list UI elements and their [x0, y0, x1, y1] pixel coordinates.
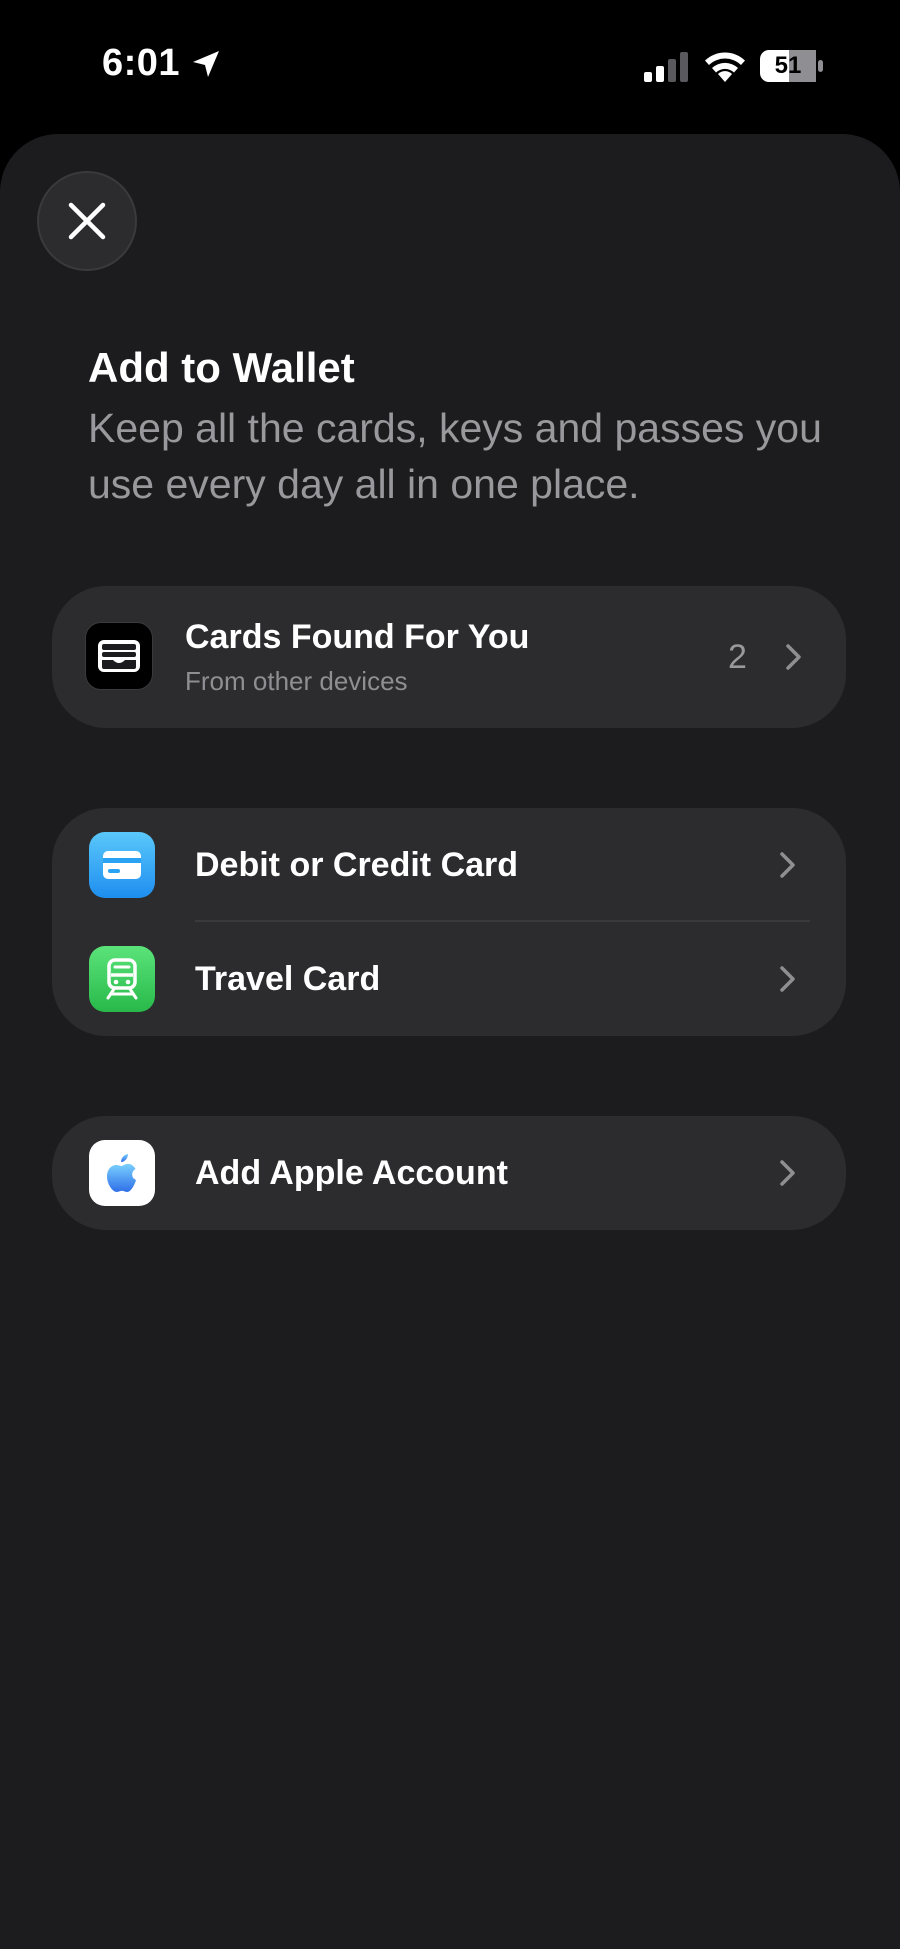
apple-account-group: Add Apple Account [52, 1116, 846, 1230]
battery-level: 51 [774, 52, 802, 79]
add-apple-account-label: Add Apple Account [195, 1154, 508, 1192]
cards-found-row[interactable]: Cards Found For You From other devices 2 [52, 586, 846, 728]
debit-credit-card-label: Debit or Credit Card [195, 846, 519, 884]
close-button[interactable] [37, 171, 137, 271]
add-apple-account-row[interactable]: Add Apple Account [52, 1116, 846, 1230]
page-subtitle: Keep all the cards, keys and passes you … [88, 405, 822, 507]
battery-icon: 51 [760, 50, 824, 82]
chevron-right-icon [786, 644, 801, 670]
status-bar: 6:01 51 [0, 0, 900, 130]
chevron-right-icon [780, 1160, 795, 1186]
apple-logo-icon [89, 1140, 155, 1206]
travel-card-label: Travel Card [195, 960, 381, 998]
cards-found-title: Cards Found For You [185, 618, 530, 656]
add-to-wallet-sheet: Add to Wallet Keep all the cards, keys a… [0, 134, 900, 1949]
cards-found-group: Cards Found For You From other devices 2 [52, 586, 846, 728]
cellular-signal-icon [644, 52, 688, 82]
debit-credit-card-row[interactable]: Debit or Credit Card [52, 808, 846, 922]
credit-card-icon [89, 832, 155, 898]
close-icon [68, 202, 106, 240]
chevron-right-icon [780, 852, 795, 878]
train-icon [89, 946, 155, 1012]
page-title: Add to Wallet [88, 344, 355, 391]
travel-card-row[interactable]: Travel Card [52, 922, 846, 1036]
status-time: 6:01 [102, 42, 181, 84]
wallet-icon [85, 622, 153, 690]
chevron-right-icon [780, 966, 795, 992]
card-types-group: Debit or Credit Card Travel Card [52, 808, 846, 1036]
cards-found-count: 2 [728, 638, 747, 676]
wifi-icon [705, 52, 745, 82]
cards-found-subtitle: From other devices [185, 666, 408, 696]
location-arrow-icon [193, 51, 219, 77]
